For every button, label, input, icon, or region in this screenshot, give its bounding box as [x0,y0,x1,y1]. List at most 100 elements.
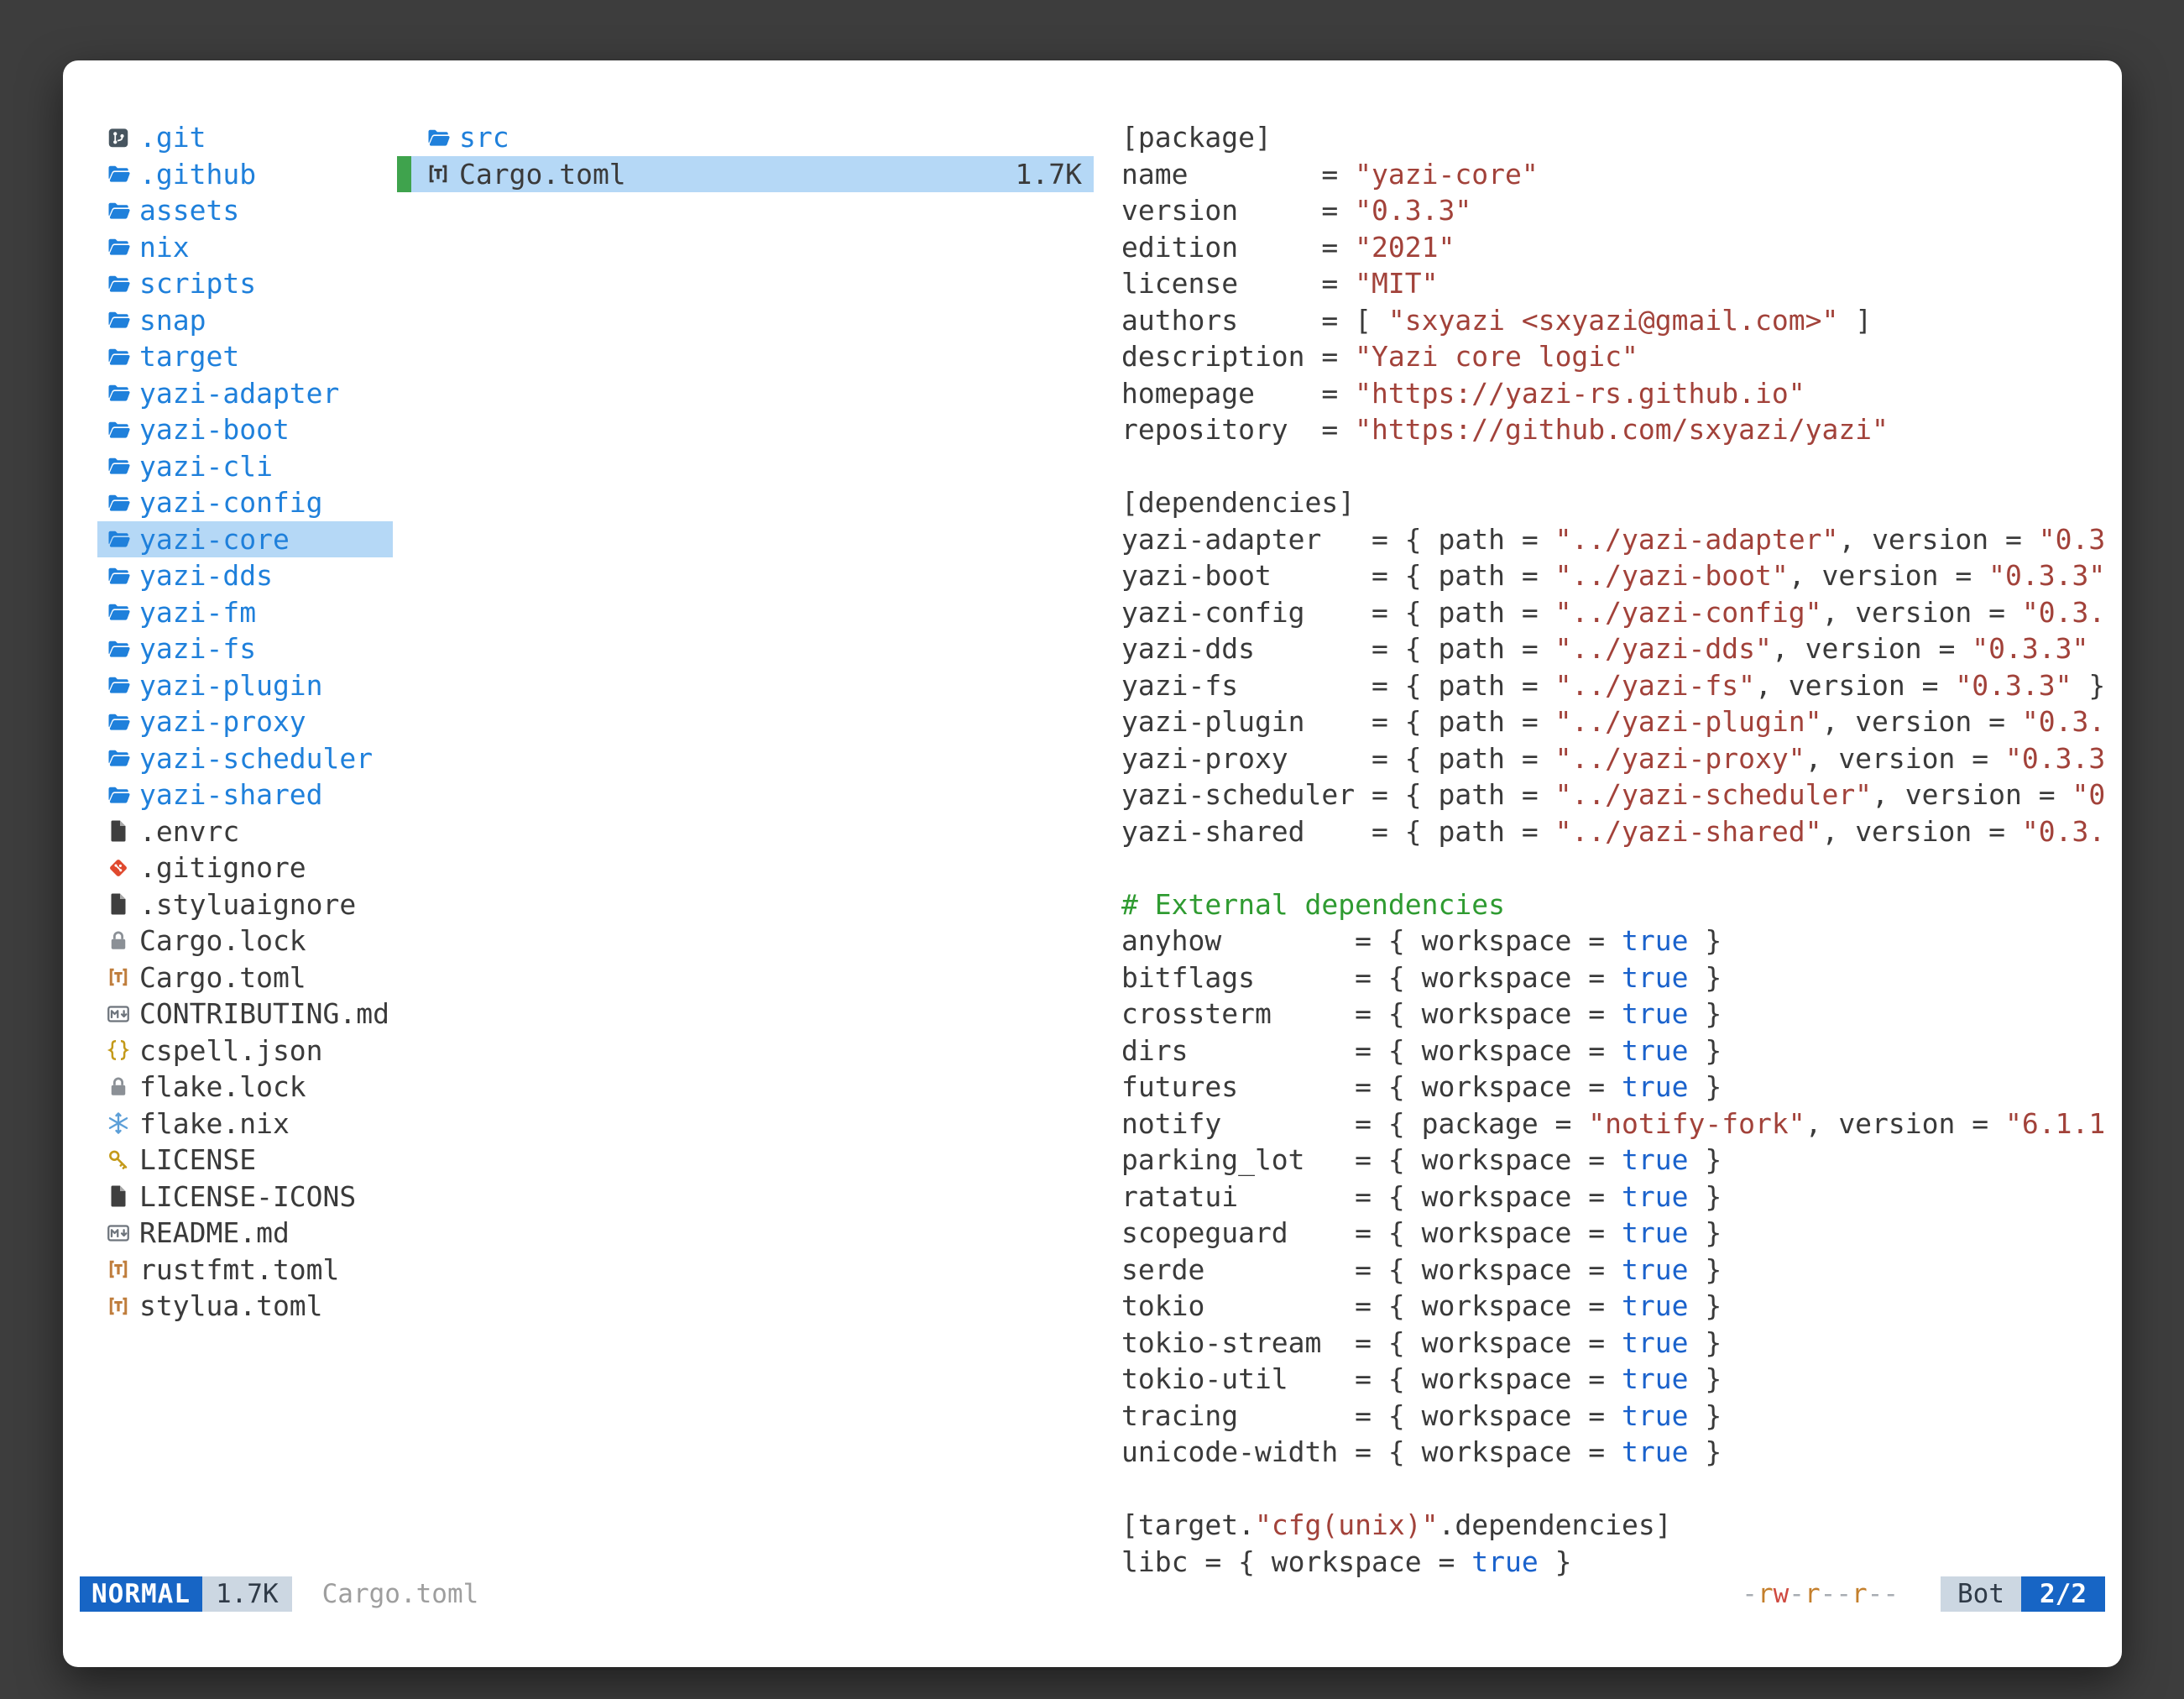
list-item[interactable]: flake.nix [97,1106,393,1142]
folder-icon [106,709,131,734]
list-item[interactable]: scripts [97,265,393,302]
preview-pane: [package]name = "yazi-core"version = "0.… [1121,119,2107,1580]
folder-icon [106,745,131,771]
folder-icon [106,344,131,369]
gitdir-icon [106,125,131,150]
file-name: Cargo.toml [139,961,306,994]
code-line: tokio-util = { workspace = true } [1121,1361,2107,1398]
code-line: yazi-dds = { path = "../yazi-dds", versi… [1121,630,2107,667]
list-item[interactable]: CONTRIBUTING.md [97,996,393,1032]
code-line: yazi-adapter = { path = "../yazi-adapter… [1121,521,2107,558]
file-name: .gitignore [139,851,306,884]
list-item[interactable]: Cargo.toml 1.7K [397,156,1094,193]
folder-icon [106,636,131,661]
code-line: yazi-scheduler = { path = "../yazi-sched… [1121,776,2107,813]
list-item[interactable]: cspell.json [97,1032,393,1069]
code-line: edition = "2021" [1121,229,2107,266]
list-item[interactable]: yazi-fm [97,594,393,631]
code-line: # External dependencies [1121,886,2107,923]
toml-icon [106,965,131,990]
list-item[interactable]: Cargo.toml [97,959,393,996]
file-name: yazi-core [139,523,290,556]
code-line: homepage = "https://yazi-rs.github.io" [1121,375,2107,412]
folder-icon [106,271,131,296]
file-name: nix [139,231,190,264]
mode-badge: NORMAL [80,1576,202,1612]
list-item[interactable]: yazi-boot [97,411,393,448]
list-item[interactable]: yazi-core [97,521,393,558]
file-name: Cargo.toml [459,158,626,191]
code-line: libc = { workspace = true } [1121,1544,2107,1581]
list-item[interactable]: nix [97,229,393,266]
file-name: stylua.toml [139,1289,323,1322]
file-name: LICENSE-ICONS [139,1180,356,1213]
list-item[interactable]: .github [97,156,393,193]
list-item[interactable]: LICENSE [97,1142,393,1179]
current-directory-pane: src Cargo.toml 1.7K [397,119,1094,1580]
status-file-name: Cargo.toml [322,1576,479,1612]
yazi-file-manager-window: .git .github assets nix scripts snap tar… [63,60,2122,1667]
code-line: yazi-proxy = { path = "../yazi-proxy", v… [1121,740,2107,777]
list-item[interactable]: yazi-shared [97,776,393,813]
folder-icon [426,125,451,150]
folder-icon [106,307,131,332]
list-item[interactable]: yazi-adapter [97,375,393,412]
list-item[interactable]: flake.lock [97,1069,393,1106]
panes: .git .github assets nix scripts snap tar… [63,60,2122,1580]
file-name: snap [139,304,206,337]
code-line: tokio = { workspace = true } [1121,1288,2107,1325]
code-line: serde = { workspace = true } [1121,1252,2107,1289]
file-name: yazi-cli [139,450,273,483]
list-item[interactable]: snap [97,302,393,339]
folder-icon [106,161,131,186]
list-item[interactable]: rustfmt.toml [97,1252,393,1289]
file-name: src [459,121,509,154]
folder-icon [106,526,131,552]
toml-icon [106,1294,131,1319]
list-item[interactable]: src [397,119,1094,156]
list-item[interactable]: README.md [97,1215,393,1252]
list-item[interactable]: .envrc [97,813,393,850]
file-name: target [139,340,239,373]
list-item[interactable]: target [97,338,393,375]
folder-icon [106,563,131,588]
list-item[interactable]: yazi-scheduler [97,740,393,777]
list-item[interactable]: yazi-dds [97,557,393,594]
code-line [1121,448,2107,485]
file-icon [106,818,131,844]
list-item[interactable]: yazi-config [97,484,393,521]
file-name: README.md [139,1216,290,1249]
code-line: yazi-shared = { path = "../yazi-shared",… [1121,813,2107,850]
list-item[interactable]: yazi-proxy [97,703,393,740]
folder-icon [106,453,131,478]
list-item[interactable]: stylua.toml [97,1288,393,1325]
list-item[interactable]: assets [97,192,393,229]
file-name: scripts [139,267,256,300]
toml-icon [426,161,451,186]
status-bar: NORMAL 1.7K Cargo.toml -rw-r--r-- Bot 2/… [63,1576,2122,1612]
list-item[interactable]: .styluaignore [97,886,393,923]
list-item[interactable]: Cargo.lock [97,923,393,959]
list-item[interactable]: yazi-plugin [97,667,393,704]
permissions-text: -rw-r--r-- [1742,1576,1899,1612]
folder-icon [106,672,131,698]
file-name: yazi-adapter [139,377,339,410]
file-name: .git [139,121,206,154]
code-line: futures = { workspace = true } [1121,1069,2107,1106]
code-line: yazi-plugin = { path = "../yazi-plugin",… [1121,703,2107,740]
code-line: authors = [ "sxyazi <sxyazi@gmail.com>" … [1121,302,2107,339]
folder-icon [106,599,131,625]
file-name: .envrc [139,815,239,848]
selection-marker [397,156,411,193]
file-name: LICENSE [139,1143,256,1176]
file-name: .styluaignore [139,888,356,921]
list-item[interactable]: .gitignore [97,850,393,886]
folder-icon [106,417,131,442]
md-icon [106,1221,131,1246]
list-item[interactable]: yazi-fs [97,630,393,667]
list-item[interactable]: yazi-cli [97,448,393,485]
code-line: ratatui = { workspace = true } [1121,1179,2107,1215]
list-item[interactable]: .git [97,119,393,156]
status-spacer [478,1576,1742,1612]
list-item[interactable]: LICENSE-ICONS [97,1179,393,1215]
